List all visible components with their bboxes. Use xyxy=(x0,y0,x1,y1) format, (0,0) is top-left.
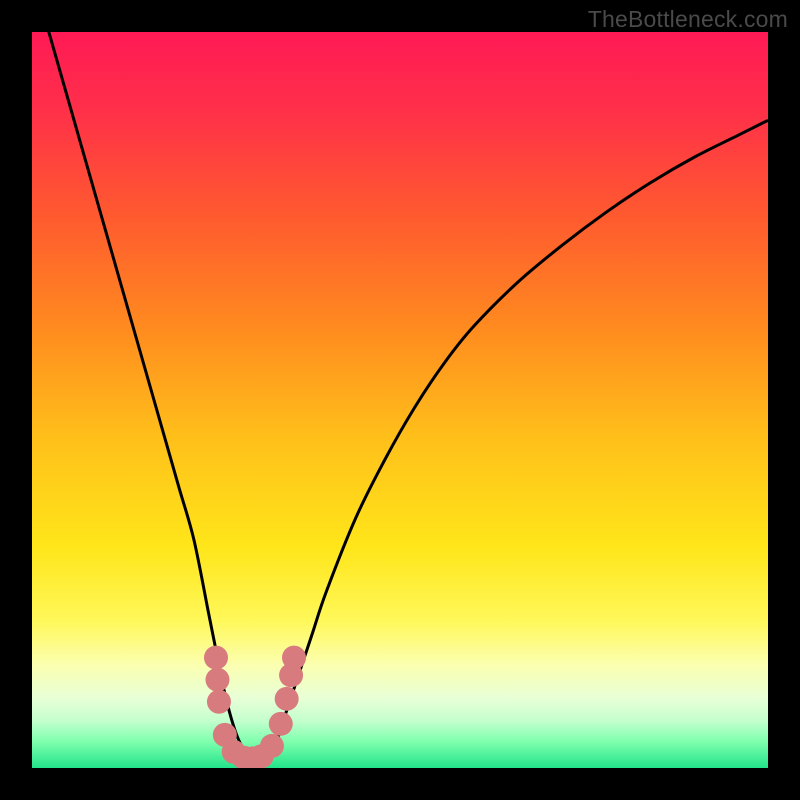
data-marker xyxy=(207,690,231,714)
plot-area xyxy=(32,32,768,768)
watermark-text: TheBottleneck.com xyxy=(588,6,788,33)
data-marker xyxy=(260,734,284,758)
data-marker xyxy=(205,668,229,692)
heatmap-background xyxy=(32,32,768,768)
chart-frame: TheBottleneck.com xyxy=(0,0,800,800)
data-marker xyxy=(204,646,228,670)
chart-svg xyxy=(32,32,768,768)
data-marker xyxy=(275,687,299,711)
data-marker xyxy=(269,712,293,736)
data-marker xyxy=(282,646,306,670)
